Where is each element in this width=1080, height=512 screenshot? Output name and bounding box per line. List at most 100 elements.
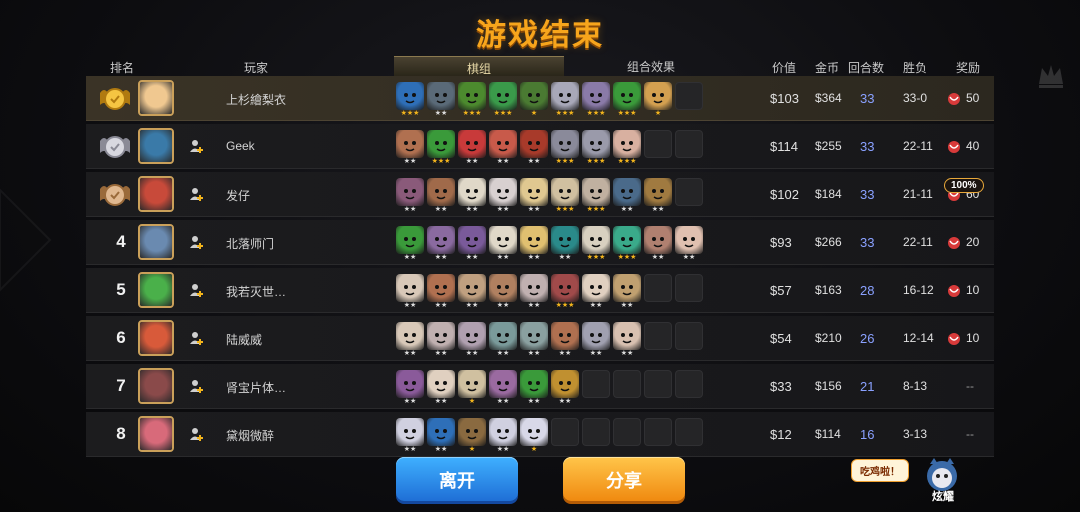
chess-piece[interactable]: ★★ (551, 322, 579, 360)
chess-piece[interactable]: ★★★ (551, 178, 579, 216)
avatar[interactable] (138, 128, 174, 164)
avatar[interactable] (138, 368, 174, 404)
chess-piece[interactable]: ★★★ (613, 226, 641, 264)
chess-piece[interactable]: ★★★ (396, 82, 424, 120)
table-row[interactable]: 6 陆威威 ★★ ★★ ★★ ★★ ★★ ★★ ★★ ★★ $54 $210 2… (86, 316, 994, 361)
chess-piece[interactable]: ★★ (489, 370, 517, 408)
chess-piece[interactable]: ★★★ (582, 130, 610, 168)
chess-piece[interactable]: ★★★ (613, 82, 641, 120)
star-level: ★★ (496, 158, 510, 165)
chess-piece[interactable]: ★★ (551, 226, 579, 264)
tab-lineup[interactable]: 棋组 (394, 56, 564, 76)
table-row[interactable]: 8 黛烟微醉 ★★ ★★ ★ ★★ ★ $12 $114 16 3-13 -- (86, 412, 994, 457)
avatar[interactable] (138, 416, 174, 452)
chess-piece[interactable]: ★★ (582, 322, 610, 360)
table-row[interactable]: 上杉繪梨衣 ★★★ ★★ ★★★ ★★★ ★ ★★★ ★★★ ★★★ ★ $10… (86, 76, 994, 121)
chess-piece[interactable]: ★★★ (551, 274, 579, 312)
chess-piece[interactable]: ★★ (489, 274, 517, 312)
chess-piece[interactable]: ★★ (427, 178, 455, 216)
chess-piece[interactable]: ★★★ (551, 82, 579, 120)
chess-piece[interactable]: ★★ (458, 130, 486, 168)
avatar[interactable] (138, 176, 174, 212)
star-level: ★★★ (586, 158, 606, 165)
avatar[interactable] (138, 80, 174, 116)
chess-piece[interactable]: ★ (520, 82, 548, 120)
leave-button[interactable]: 离开 (396, 457, 518, 501)
chess-piece[interactable]: ★★ (644, 226, 672, 264)
chess-piece[interactable]: ★★★ (582, 226, 610, 264)
chess-piece[interactable]: ★★ (489, 418, 517, 456)
chess-piece[interactable]: ★★ (396, 130, 424, 168)
chess-piece[interactable]: ★★ (520, 322, 548, 360)
add-friend-icon[interactable] (188, 426, 204, 442)
chess-piece[interactable]: ★★ (520, 130, 548, 168)
chess-piece[interactable]: ★ (644, 82, 672, 120)
chess-piece[interactable]: ★★★ (582, 82, 610, 120)
player-name: 北落师门 (226, 237, 275, 251)
add-friend-icon[interactable] (188, 330, 204, 346)
chess-piece[interactable]: ★★ (613, 274, 641, 312)
chess-piece[interactable]: ★★★ (489, 82, 517, 120)
chess-piece[interactable]: ★★ (458, 322, 486, 360)
chess-piece[interactable]: ★★ (489, 226, 517, 264)
chess-piece[interactable]: ★★ (396, 418, 424, 456)
chess-piece[interactable]: ★★ (427, 82, 455, 120)
table-row[interactable]: 发仔 ★★ ★★ ★★ ★★ ★★ ★★★ ★★★ ★★ ★★ $102 $18… (86, 172, 994, 217)
chess-piece[interactable]: ★★ (458, 178, 486, 216)
tab-combo-effects[interactable]: 组合效果 (586, 56, 716, 76)
add-friend-icon[interactable] (188, 282, 204, 298)
chess-piece[interactable]: ★★ (396, 226, 424, 264)
star-level: ★★★ (555, 302, 575, 309)
chess-piece[interactable]: ★★ (520, 178, 548, 216)
gold-cell: $114 (815, 427, 841, 441)
chess-piece[interactable]: ★★ (458, 274, 486, 312)
add-friend-icon[interactable] (188, 138, 204, 154)
avatar[interactable] (138, 320, 174, 356)
chess-piece[interactable]: ★★ (458, 226, 486, 264)
header-rounds: 回合数 (848, 61, 885, 75)
table-row[interactable]: 7 肾宝片体… ★★ ★★ ★ ★★ ★★ ★★ $33 $156 21 8-1… (86, 364, 994, 409)
table-row[interactable]: Geek ★★ ★★★ ★★ ★★ ★★ ★★★ ★★★ ★★★ $114 $2… (86, 124, 994, 169)
chess-piece[interactable]: ★★ (396, 274, 424, 312)
table-row[interactable]: 4 北落师门 ★★ ★★ ★★ ★★ ★★ ★★ ★★★ ★★★ ★★ ★★ $… (86, 220, 994, 265)
chess-piece[interactable]: ★★ (427, 226, 455, 264)
add-friend-icon[interactable] (188, 378, 204, 394)
chess-piece[interactable]: ★★ (582, 274, 610, 312)
chess-piece[interactable]: ★★ (675, 226, 703, 264)
reward-amount: 50 (966, 91, 980, 105)
avatar[interactable] (138, 272, 174, 308)
piece-portrait-icon (396, 226, 424, 254)
star-level: ★★ (403, 158, 417, 165)
chess-piece[interactable]: ★★ (427, 322, 455, 360)
chess-piece[interactable]: ★★ (427, 274, 455, 312)
chess-piece[interactable]: ★★★ (458, 82, 486, 120)
add-friend-icon[interactable] (188, 234, 204, 250)
chess-piece[interactable]: ★★ (520, 226, 548, 264)
chess-piece[interactable]: ★★ (427, 418, 455, 456)
chess-piece[interactable]: ★★ (644, 178, 672, 216)
empty-slot (644, 418, 672, 456)
chess-piece[interactable]: ★★★ (613, 130, 641, 168)
chess-piece[interactable]: ★★ (427, 370, 455, 408)
chess-piece[interactable]: ★★ (520, 274, 548, 312)
chess-piece[interactable]: ★★ (613, 178, 641, 216)
chess-piece[interactable]: ★★ (396, 322, 424, 360)
chess-piece[interactable]: ★★ (489, 322, 517, 360)
chess-piece[interactable]: ★★★ (427, 130, 455, 168)
chess-piece[interactable]: ★ (458, 418, 486, 456)
chess-piece[interactable]: ★★ (396, 178, 424, 216)
chess-piece[interactable]: ★★ (489, 178, 517, 216)
chess-piece[interactable]: ★★ (520, 370, 548, 408)
chess-piece[interactable]: ★★★ (551, 130, 579, 168)
chess-piece[interactable]: ★★ (396, 370, 424, 408)
chess-piece[interactable]: ★★★ (582, 178, 610, 216)
add-friend-icon[interactable] (188, 186, 204, 202)
chess-piece[interactable]: ★★ (613, 322, 641, 360)
share-button[interactable]: 分享 (563, 457, 685, 501)
table-row[interactable]: 5 我若灭世… ★★ ★★ ★★ ★★ ★★ ★★★ ★★ ★★ $57 $16… (86, 268, 994, 313)
avatar[interactable] (138, 224, 174, 260)
chess-piece[interactable]: ★★ (489, 130, 517, 168)
chess-piece[interactable]: ★ (458, 370, 486, 408)
chess-piece[interactable]: ★★ (551, 370, 579, 408)
chess-piece[interactable]: ★ (520, 418, 548, 456)
